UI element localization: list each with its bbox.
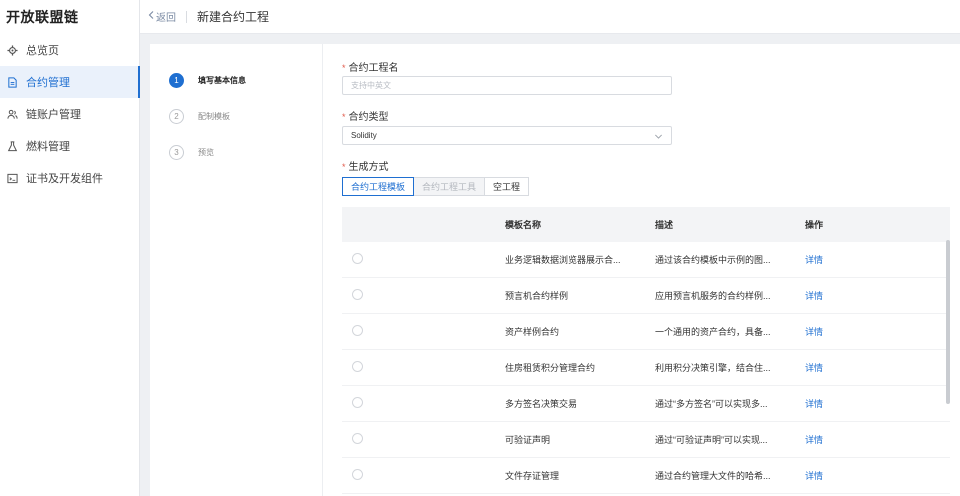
required-mark: * [342,162,346,172]
template-desc: 通过该合约模板中示例的图... [655,255,771,265]
table-header: 模板名称 描述 操作 [342,207,950,242]
required-mark: * [342,63,346,73]
step-number: 2 [169,108,184,124]
users-icon [6,108,18,120]
step-basic-info[interactable]: 1 填写基本信息 [150,62,322,98]
template-desc: 一个通用的资产合约，具备... [655,327,771,337]
method-empty-button[interactable]: 空工程 [484,177,530,196]
template-desc: 通过合约管理大文件的哈希... [655,471,771,481]
column-header-desc: 描述 [655,220,674,230]
template-name: 文件存证管理 [505,471,560,481]
contract-form: * 合约工程名 支持中英文 * 合约类型 Solidity * 生成方式 合约工程模板… [342,44,960,496]
sidebar-item-overview[interactable]: 总览页 [0,34,139,66]
step-number: 1 [169,72,184,88]
sidebar-item-contracts[interactable]: 合约管理 [0,66,140,98]
project-name-placeholder: 支持中英文 [351,81,391,90]
step-label: 填写基本信息 [198,75,246,85]
template-name: 多方签名决策交易 [505,399,578,409]
sidebar-item-label: 总览页 [26,45,59,57]
project-name-input[interactable]: 支持中英文 [342,76,672,95]
generation-method-label: * 生成方式 [342,162,389,173]
step-number: 3 [169,144,184,160]
gear-icon [6,44,18,56]
step-preview[interactable]: 3 预览 [150,134,322,170]
template-desc: 通过“可验证声明”可以实现... [655,435,768,445]
row-radio[interactable] [352,289,363,300]
generation-method-group: 合约工程模板 合约工程工具 空工程 [342,177,530,196]
column-header-name: 模板名称 [505,220,542,230]
template-desc: 应用预言机服务的合约样例... [655,291,771,301]
row-radio[interactable] [352,397,363,408]
table-row[interactable]: 预言机合约样例 应用预言机服务的合约样例... 详情 [342,278,950,314]
sidebar-item-label: 证书及开发组件 [26,173,103,185]
table-scrollbar[interactable] [946,240,950,404]
step-list: 1 填写基本信息 2 配制模板 3 预览 [150,44,323,496]
sidebar-item-label: 燃料管理 [26,141,70,153]
row-radio[interactable] [352,469,363,480]
sidebar-item-label: 合约管理 [26,77,70,89]
header-divider [186,10,187,23]
sidebar-item-chain-accounts[interactable]: 链账户管理 [0,98,139,130]
contract-type-select[interactable]: Solidity [342,126,672,145]
flask-icon [6,140,18,152]
detail-link[interactable]: 详情 [805,253,885,266]
sidebar-item-fuel[interactable]: 燃料管理 [0,130,139,162]
method-template-button[interactable]: 合约工程模板 [342,177,415,196]
detail-link[interactable]: 详情 [805,325,885,338]
contract-type-label: * 合约类型 [342,112,389,123]
chevron-left-icon [148,11,154,22]
project-name-label: * 合约工程名 [342,63,399,74]
detail-link[interactable]: 详情 [805,433,885,446]
table-row[interactable]: 住房租赁积分管理合约 利用积分决策引擎，结合住... 详情 [342,350,950,386]
sidebar-item-label: 链账户管理 [26,109,81,121]
app-title: 开放联盟链 [6,9,79,25]
row-radio[interactable] [352,253,363,264]
detail-link[interactable]: 详情 [805,469,885,482]
header: 返回 新建合约工程 [140,0,960,34]
terminal-icon [6,172,18,184]
template-name: 资产样例合约 [505,327,560,337]
template-table: 模板名称 描述 操作 业务逻辑数据浏览器展示合... 通过该合约模板中示例的图.… [342,207,950,494]
template-name: 住房租赁积分管理合约 [505,363,596,373]
detail-link[interactable]: 详情 [805,397,885,410]
contract-type-value: Solidity [351,131,377,140]
back-link[interactable]: 返回 [148,9,176,24]
table-row[interactable]: 文件存证管理 通过合约管理大文件的哈希... 详情 [342,458,950,494]
back-label: 返回 [156,13,176,24]
sidebar-item-certificates[interactable]: 证书及开发组件 [0,162,139,194]
step-label: 配制模板 [198,111,230,121]
required-mark: * [342,112,346,122]
template-desc: 利用积分决策引擎，结合住... [655,363,771,373]
table-row[interactable]: 多方签名决策交易 通过“多方签名”可以实现多... 详情 [342,386,950,422]
table-row[interactable]: 可验证声明 通过“可验证声明”可以实现... 详情 [342,422,950,458]
template-name: 可验证声明 [505,435,551,445]
method-tool-button[interactable]: 合约工程工具 [413,177,486,196]
template-name: 预言机合约样例 [505,291,569,301]
chevron-down-icon [654,132,663,141]
row-radio[interactable] [352,325,363,336]
page-title: 新建合约工程 [197,10,270,24]
document-icon [6,76,18,88]
step-configure-template[interactable]: 2 配制模板 [150,98,322,134]
sidebar: 开放联盟链 总览页 合约管理 链账户管理 燃料管理 证书及开发组件 [0,0,140,496]
row-radio[interactable] [352,361,363,372]
table-row[interactable]: 业务逻辑数据浏览器展示合... 通过该合约模板中示例的图... 详情 [342,242,950,278]
template-desc: 通过“多方签名”可以实现多... [655,399,768,409]
table-row[interactable]: 资产样例合约 一个通用的资产合约，具备... 详情 [342,314,950,350]
main-panel: 1 填写基本信息 2 配制模板 3 预览 * 合约工程名 支持中英文 * 合约类型 … [150,44,960,496]
template-name: 业务逻辑数据浏览器展示合... [505,255,621,265]
column-header-op: 操作 [805,220,824,230]
detail-link[interactable]: 详情 [805,361,885,374]
detail-link[interactable]: 详情 [805,289,885,302]
row-radio[interactable] [352,433,363,444]
step-label: 预览 [198,147,214,157]
